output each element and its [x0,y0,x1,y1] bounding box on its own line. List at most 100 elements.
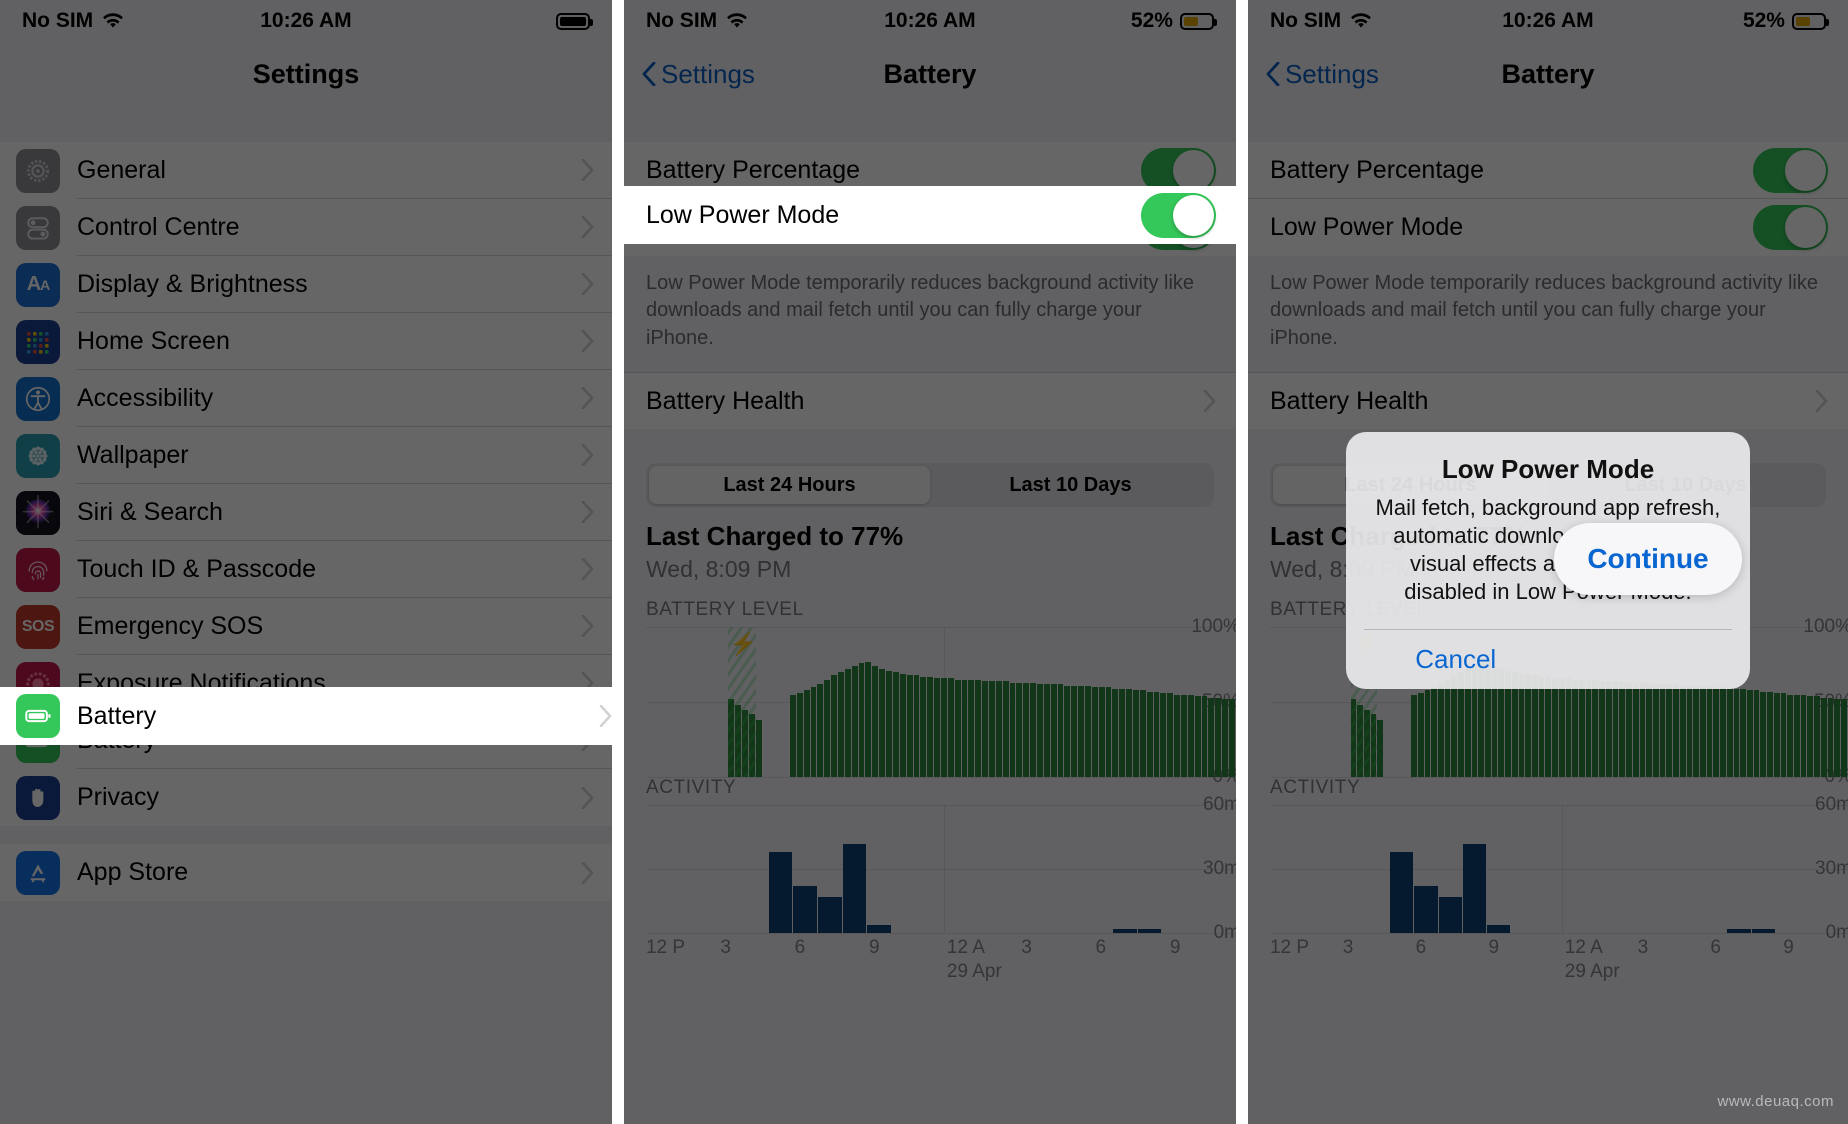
chart-bar [1486,924,1510,934]
chart-plot-activity: 60m 30m 0m [1269,794,1848,943]
sos-icon: SOS [16,604,60,649]
alert-title: Low Power Mode [1441,454,1655,484]
sidebar-item-siri-search[interactable]: Siri & Search [0,484,612,541]
x-axis-tick: 6 [1415,937,1427,959]
chart-bar [1222,699,1229,778]
chart-bar [899,673,906,778]
segment-last-24-hours[interactable]: Last 24 Hours [648,466,930,505]
continue-button[interactable]: Continue [1553,523,1742,595]
status-bar-1: No SIM 10:26 AM [0,0,612,42]
battery-percentage-row-3[interactable]: Battery Percentage [1247,142,1848,199]
chevron-right-icon [581,272,594,296]
x-axis-tick: 9 [868,937,880,959]
sidebar-item-emergency-sos[interactable]: SOS Emergency SOS [0,598,612,655]
chart-bar [1462,843,1486,934]
sidebar-item-general[interactable]: General [0,142,612,199]
chart-bar [768,852,793,934]
sidebar-item-label: Siri & Search [77,497,223,526]
chart-bar [1612,681,1619,778]
sidebar-item-control-centre[interactable]: Control Centre [0,199,612,256]
chart-bar [1417,693,1424,778]
chart-bar [1639,682,1646,778]
last-charged-block-2: Last Charged to 77% Wed, 8:09 PM [623,507,1236,590]
chart-bar [879,669,886,778]
list-gap-2 [0,826,612,844]
low-power-mode-row-highlight[interactable]: Low Power Mode [623,186,1236,244]
chart-bar [1592,679,1599,778]
chart-bar [1753,690,1760,778]
low-power-mode-toggle-highlight[interactable] [1140,192,1216,238]
battery-health-label-3: Battery Health [1269,386,1429,415]
sidebar-item-app-store[interactable]: App Store [0,844,612,901]
panel-divider-1 [611,0,624,1124]
low-power-mode-row-3[interactable]: Low Power Mode [1247,199,1848,256]
chart-bar [934,678,940,778]
chart-bar [872,666,879,778]
chart-bar [1139,690,1146,778]
last-charged-title-2: Last Charged to 77% [645,521,904,552]
chart-bar [1023,682,1030,778]
sidebar-item-wallpaper[interactable]: Wallpaper [0,427,612,484]
home-screen-icon [16,319,60,364]
sidebar-item-touch-id-passcode[interactable]: Touch ID & Passcode [0,541,612,598]
sidebar-item-home-screen[interactable]: Home Screen [0,313,612,370]
list-top-gap [0,106,612,142]
back-button-label-2: Settings [660,58,755,89]
segment-last-10-days[interactable]: Last 10 Days [930,466,1211,504]
chart-bar [1834,699,1841,778]
charging-bolt-icon: ⚡ [729,631,758,657]
chart-bar [982,681,988,778]
chart-bar [1098,687,1105,778]
x-axis-tick: 3 [1021,937,1032,959]
chart-bar [1666,684,1673,778]
sidebar-item-label: Accessibility [77,383,214,412]
cancel-button[interactable]: Cancel [1364,630,1548,689]
chart-bar [1652,684,1659,778]
chart-bar [1747,690,1753,778]
low-power-mode-toggle-3[interactable] [1753,205,1828,250]
carrier-label-1: No SIM [22,9,94,32]
battery-health-row-3[interactable]: Battery Health [1247,372,1848,430]
chart-bar [1605,681,1612,778]
chart-bar [844,669,851,778]
chart-bar [1787,694,1794,778]
chart-bar [790,694,796,778]
battery-percentage-label-2: Battery Percentage [645,155,860,184]
sidebar-item-battery[interactable]: Battery [0,687,612,745]
time-range-segmented-control-2[interactable]: Last 24 Hours Last 10 Days [645,463,1214,508]
chart-bar [1679,685,1686,778]
chart-bar [1545,676,1552,778]
chart-bar [1807,696,1814,778]
chart-bar [1659,684,1666,778]
sidebar-item-display-brightness[interactable]: AA Display & Brightness [0,256,612,313]
x-axis: 12 P 3 6 9 12 A 3 6 9 29 Apr [1270,933,1848,982]
chart-bar [1579,679,1585,778]
chart-bar [1167,693,1174,778]
chart-bar [1437,684,1444,778]
chart-bar [1699,685,1706,778]
chart-bar [1016,682,1023,778]
chart-bar [867,924,891,934]
status-left-3: No SIM [1270,9,1453,33]
x-axis-tick: 3 [720,937,731,959]
sidebar-item-privacy[interactable]: Privacy [0,769,612,826]
battery-percentage-label-3: Battery Percentage [1269,155,1484,184]
chart-bar [1002,681,1009,778]
chart-bar [1585,679,1592,778]
battery-percentage-toggle-3[interactable] [1753,147,1828,193]
back-button-2[interactable]: Settings [642,59,755,90]
x-axis-tick: 6 [1710,937,1721,959]
navbar-battery-3: Settings Battery [1247,42,1848,106]
back-button-3[interactable]: Settings [1266,59,1379,90]
battery-health-row-2[interactable]: Battery Health [623,372,1236,430]
sidebar-item-accessibility[interactable]: Accessibility [0,370,612,427]
chart-bar [793,886,818,934]
chevron-left-icon [642,61,656,87]
chart-bar [1431,687,1437,778]
chart-bar [1773,693,1780,778]
battery-health-label-2: Battery Health [645,386,805,415]
chart-bar [1673,684,1679,778]
chart-bar [1201,696,1208,778]
chart-bar [858,663,865,778]
chevron-right-icon [581,386,594,410]
